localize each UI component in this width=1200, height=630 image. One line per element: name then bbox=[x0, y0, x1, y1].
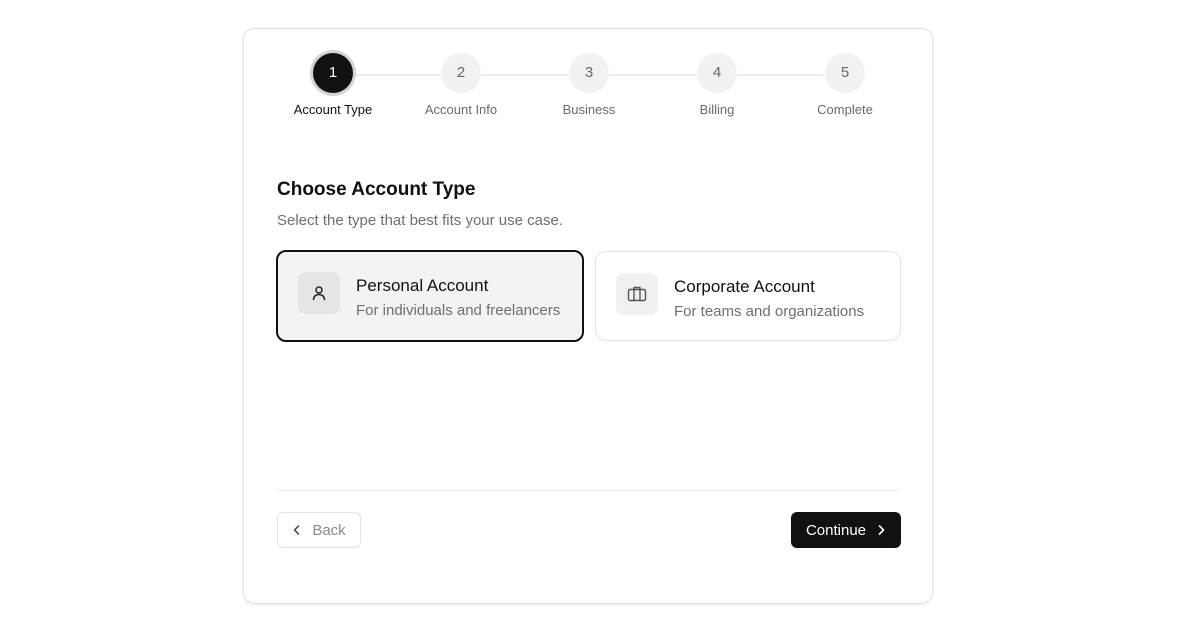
step-label: Billing bbox=[699, 102, 735, 117]
option-title: Personal Account bbox=[356, 276, 489, 295]
continue-button[interactable]: Continue bbox=[791, 512, 901, 548]
option-title: Corporate Account bbox=[674, 277, 815, 296]
corporate-account-option[interactable]: Corporate Account For teams and organiza… bbox=[595, 251, 901, 341]
signup-card: 1 Account Type 2 Account Info 3 Business… bbox=[243, 28, 933, 604]
continue-button-label: Continue bbox=[805, 521, 867, 539]
page-subtitle: Select the type that best fits your use … bbox=[277, 212, 563, 229]
step-number: 4 bbox=[697, 53, 737, 93]
page-title: Choose Account Type bbox=[277, 179, 476, 200]
step-label: Complete bbox=[817, 102, 873, 117]
step-number: 5 bbox=[825, 53, 865, 93]
personal-account-option[interactable]: Personal Account For individuals and fre… bbox=[276, 250, 584, 342]
step-number: 2 bbox=[441, 53, 481, 93]
briefcase-icon bbox=[616, 273, 658, 315]
footer-divider bbox=[277, 490, 899, 491]
step-complete[interactable]: 5 Complete bbox=[785, 53, 905, 117]
step-label: Business bbox=[562, 102, 616, 117]
step-account-type[interactable]: 1 Account Type bbox=[273, 53, 393, 117]
step-label: Account Info bbox=[424, 102, 498, 117]
progress-stepper: 1 Account Type 2 Account Info 3 Business… bbox=[244, 29, 932, 159]
option-description: For teams and organizations bbox=[674, 303, 865, 320]
step-account-info[interactable]: 2 Account Info bbox=[401, 53, 521, 117]
step-number: 1 bbox=[313, 53, 353, 93]
step-number: 3 bbox=[569, 53, 609, 93]
user-icon bbox=[298, 272, 340, 314]
back-button[interactable]: Back bbox=[277, 512, 361, 548]
chevron-right-icon bbox=[876, 524, 886, 536]
chevron-left-icon bbox=[292, 524, 302, 536]
step-label: Account Type bbox=[293, 102, 373, 117]
step-billing[interactable]: 4 Billing bbox=[657, 53, 777, 117]
back-button-label: Back bbox=[312, 521, 346, 539]
step-business[interactable]: 3 Business bbox=[529, 53, 649, 117]
option-description: For individuals and freelancers bbox=[356, 302, 561, 319]
